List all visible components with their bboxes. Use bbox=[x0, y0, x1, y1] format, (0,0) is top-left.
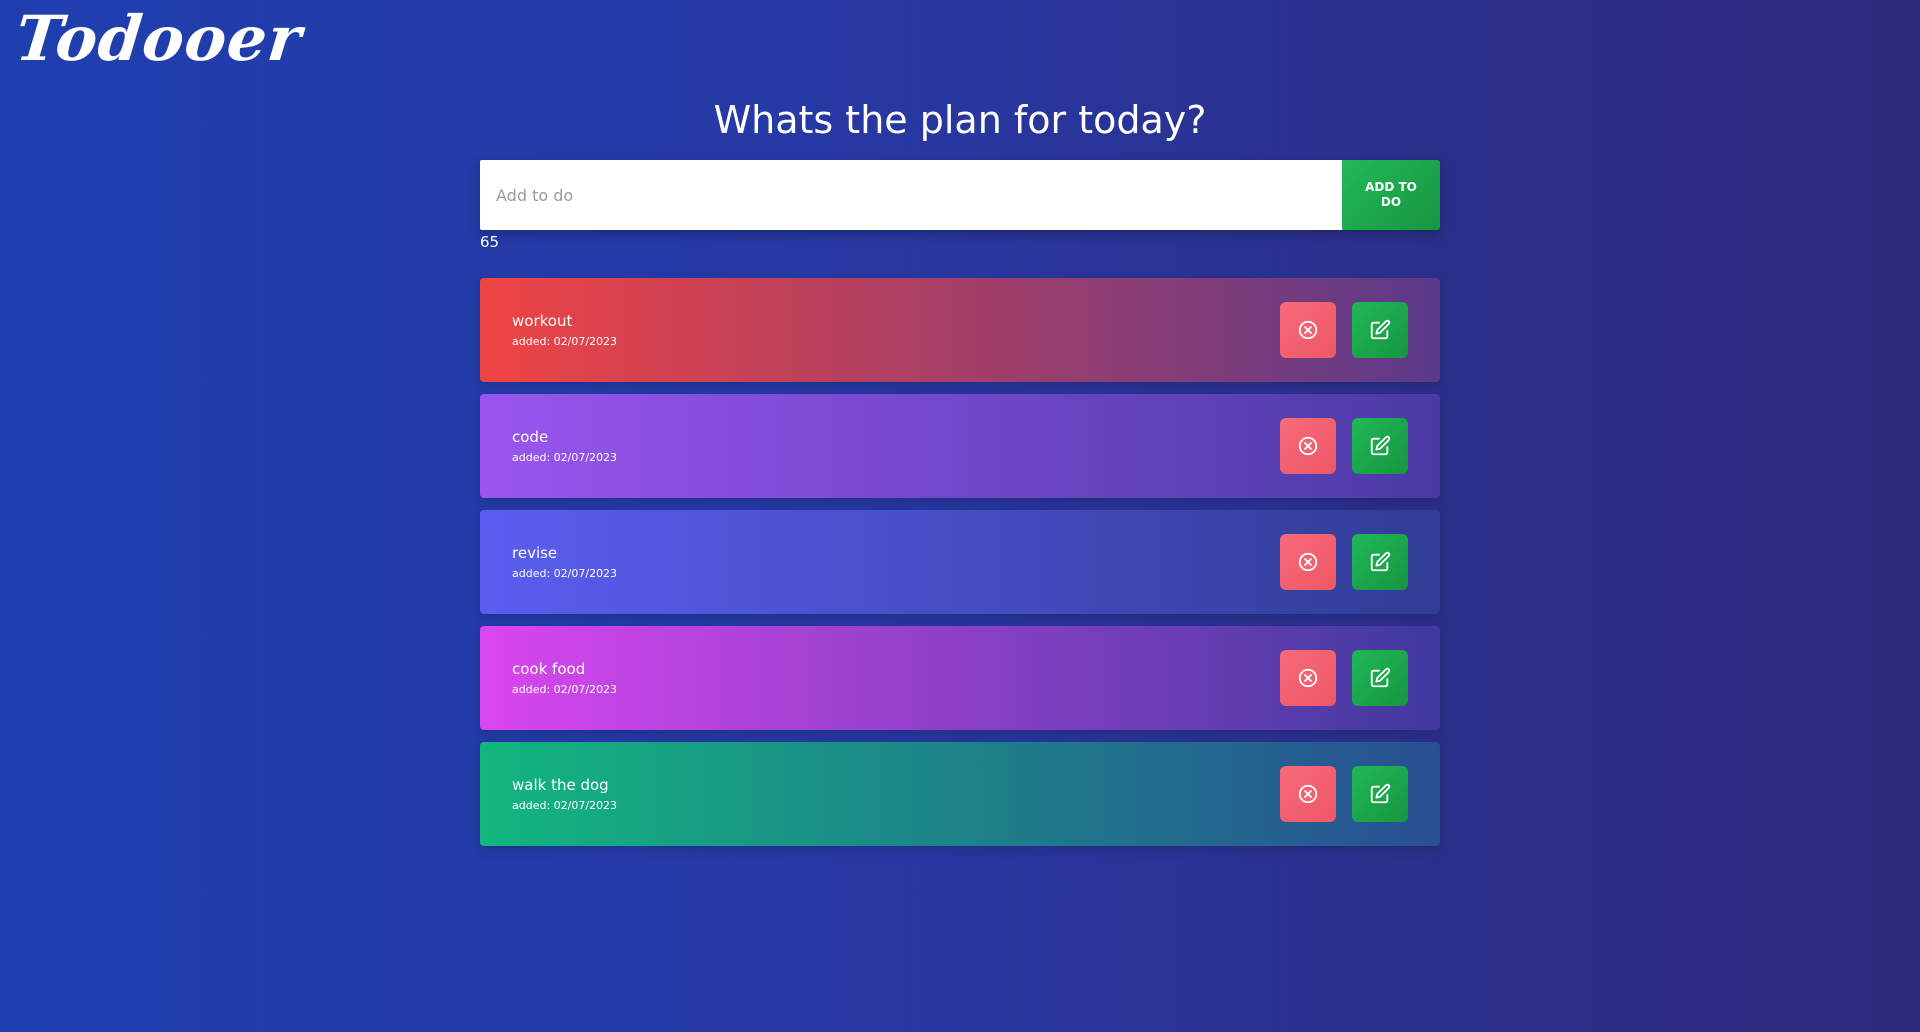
edit-button[interactable] bbox=[1352, 418, 1408, 474]
todo-text: cook food bbox=[512, 660, 586, 678]
todo-text: code bbox=[512, 428, 549, 446]
todo-list: workout added: 02/07/2023 code added: 02… bbox=[480, 278, 1440, 858]
delete-button[interactable] bbox=[1280, 418, 1336, 474]
page-title: Whats the plan for today? bbox=[713, 98, 1207, 142]
todo-item: revise added: 02/07/2023 bbox=[480, 510, 1440, 614]
add-todo-form: ADD TO DO bbox=[480, 160, 1440, 230]
todo-date: added: 02/07/2023 bbox=[512, 683, 618, 696]
close-circle-icon bbox=[1298, 436, 1318, 456]
close-circle-icon bbox=[1298, 320, 1318, 340]
edit-button[interactable] bbox=[1352, 650, 1408, 706]
todo-item: walk the dog added: 02/07/2023 bbox=[480, 742, 1440, 846]
edit-icon bbox=[1370, 319, 1391, 340]
delete-button[interactable] bbox=[1280, 766, 1336, 822]
add-todo-button[interactable]: ADD TO DO bbox=[1342, 160, 1440, 230]
todo-input[interactable] bbox=[480, 160, 1342, 230]
close-circle-icon bbox=[1298, 784, 1318, 804]
edit-button[interactable] bbox=[1352, 302, 1408, 358]
edit-button[interactable] bbox=[1352, 534, 1408, 590]
edit-icon bbox=[1370, 435, 1391, 456]
todo-item: cook food added: 02/07/2023 bbox=[480, 626, 1440, 730]
delete-button[interactable] bbox=[1280, 534, 1336, 590]
edit-icon bbox=[1370, 667, 1391, 688]
edit-icon bbox=[1370, 783, 1391, 804]
delete-button[interactable] bbox=[1280, 650, 1336, 706]
edit-button[interactable] bbox=[1352, 766, 1408, 822]
todo-item: workout added: 02/07/2023 bbox=[480, 278, 1440, 382]
todo-text: walk the dog bbox=[512, 776, 609, 794]
todo-date: added: 02/07/2023 bbox=[512, 799, 618, 812]
close-circle-icon bbox=[1298, 668, 1318, 688]
todo-date: added: 02/07/2023 bbox=[512, 451, 618, 464]
todo-text: workout bbox=[512, 312, 573, 330]
todo-text: revise bbox=[512, 544, 558, 562]
todo-date: added: 02/07/2023 bbox=[512, 567, 618, 580]
edit-icon bbox=[1370, 551, 1391, 572]
app-logo: Todooer bbox=[12, 2, 306, 75]
todo-item: code added: 02/07/2023 bbox=[480, 394, 1440, 498]
todo-date: added: 02/07/2023 bbox=[512, 335, 618, 348]
close-circle-icon bbox=[1298, 552, 1318, 572]
delete-button[interactable] bbox=[1280, 302, 1336, 358]
todo-count: 65 bbox=[480, 233, 500, 251]
